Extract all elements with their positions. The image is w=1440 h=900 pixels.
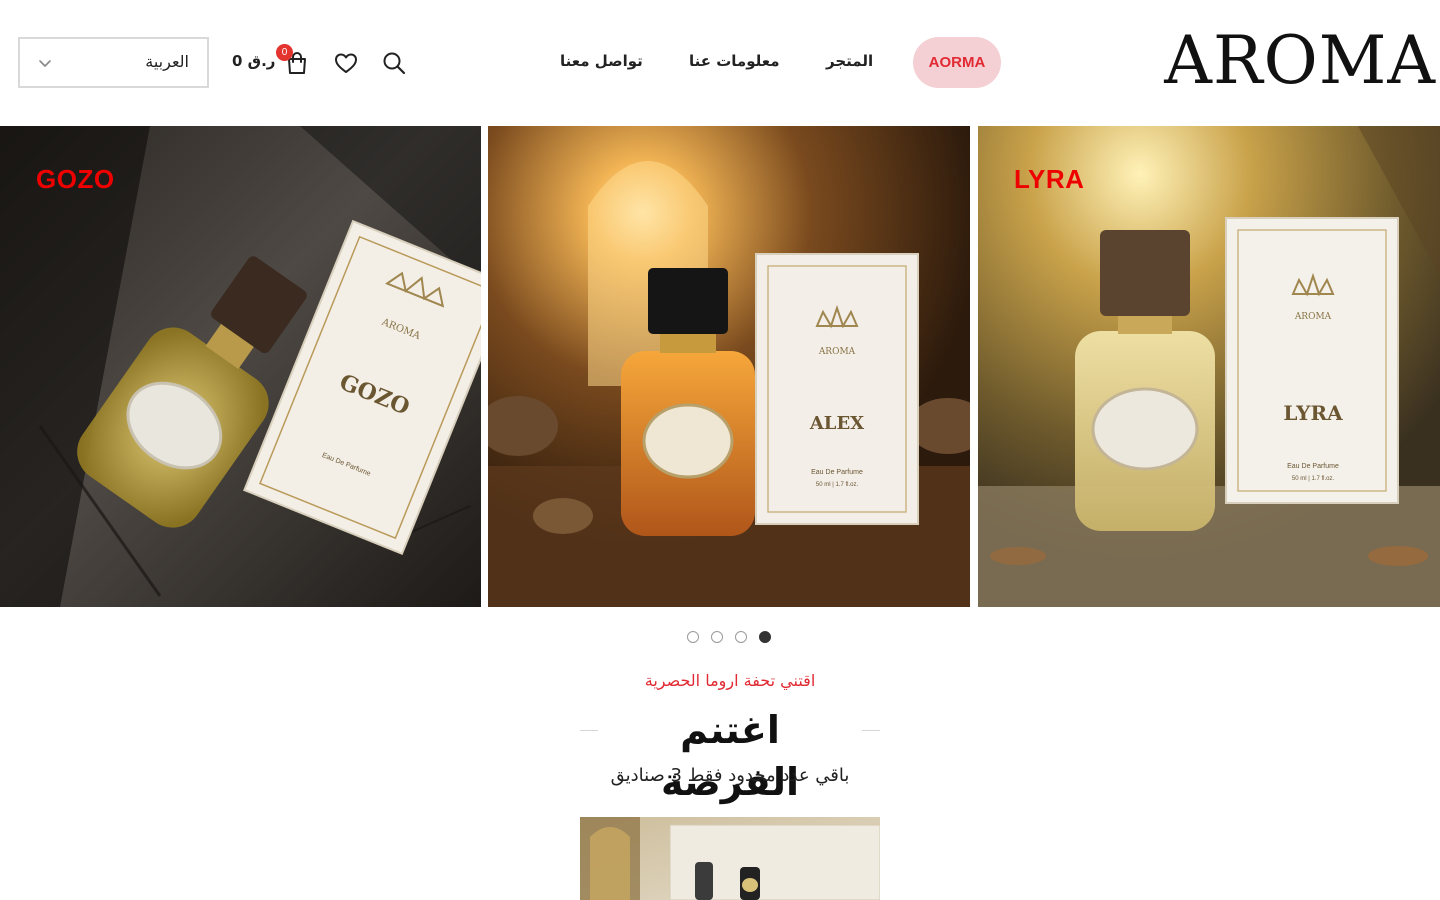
svg-text:50 ml | 1.7 fl.oz.: 50 ml | 1.7 fl.oz. <box>1292 476 1335 482</box>
slide-title-gozo: GOZO <box>36 164 115 194</box>
chevron-down-icon <box>39 60 51 67</box>
slide-title-lyra: LYRA <box>1014 164 1085 194</box>
svg-text:Eau De Parfume: Eau De Parfume <box>811 469 863 476</box>
hero-slide-alex[interactable]: AROMA ALEX Eau De Parfume 50 ml | 1.7 fl… <box>488 126 970 607</box>
alex-product-photo: AROMA ALEX Eau De Parfume 50 ml | 1.7 fl… <box>488 126 970 607</box>
carousel-dots <box>687 631 777 643</box>
nav-aorma-pill[interactable]: AORMA <box>913 37 1001 88</box>
svg-text:50 ml | 1.7 fl.oz.: 50 ml | 1.7 fl.oz. <box>816 482 859 488</box>
language-select[interactable]: العربية <box>18 37 209 88</box>
title-divider-right <box>862 730 880 731</box>
carousel-dot-1[interactable] <box>687 631 699 643</box>
lyra-box-brand: AROMA <box>1294 312 1332 322</box>
site-logo[interactable]: AROMA <box>1144 26 1436 96</box>
gift-box-image[interactable] <box>580 817 880 900</box>
hero-slide-gozo[interactable]: AROMA GOZO Eau De Parfume GOZO <box>0 126 481 607</box>
title-divider-left <box>580 730 598 731</box>
promo-description: باقي عدد محدود فقط 3 صناديق <box>610 765 850 786</box>
promo-subtitle: اقتني تحفة اروما الحصرية <box>644 671 816 690</box>
lyra-box-name: LYRA <box>1283 401 1343 425</box>
language-select-value: العربية <box>145 52 189 71</box>
cart-total[interactable]: 0 ر.ق <box>232 52 275 70</box>
carousel-dot-3[interactable] <box>735 631 747 643</box>
carousel-dot-4[interactable] <box>759 631 771 643</box>
gift-box-photo <box>580 817 880 900</box>
nav-shop-link[interactable]: المتجر <box>826 52 873 70</box>
svg-text:Eau De Parfume: Eau De Parfume <box>1287 463 1339 470</box>
site-header: العربية 0 ر.ق 0 تواصل معنا معلومات عنا ا… <box>0 0 1440 126</box>
gozo-product-photo: AROMA GOZO Eau De Parfume <box>0 126 481 607</box>
nav-about-link[interactable]: معلومات عنا <box>689 52 780 70</box>
carousel-dot-2[interactable] <box>711 631 723 643</box>
hero-slide-lyra[interactable]: AROMA LYRA Eau De Parfume 50 ml | 1.7 fl… <box>978 126 1440 607</box>
alex-box-name: ALEX <box>809 413 864 434</box>
alex-box-brand: AROMA <box>818 347 856 357</box>
lyra-product-photo: AROMA LYRA Eau De Parfume 50 ml | 1.7 fl… <box>978 126 1440 607</box>
heart-icon[interactable] <box>333 50 359 76</box>
promo-title: اغتنم الفرصة <box>660 708 800 804</box>
search-icon[interactable] <box>381 50 407 76</box>
nav-contact-link[interactable]: تواصل معنا <box>560 52 643 70</box>
cart-count-badge: 0 <box>276 44 293 61</box>
